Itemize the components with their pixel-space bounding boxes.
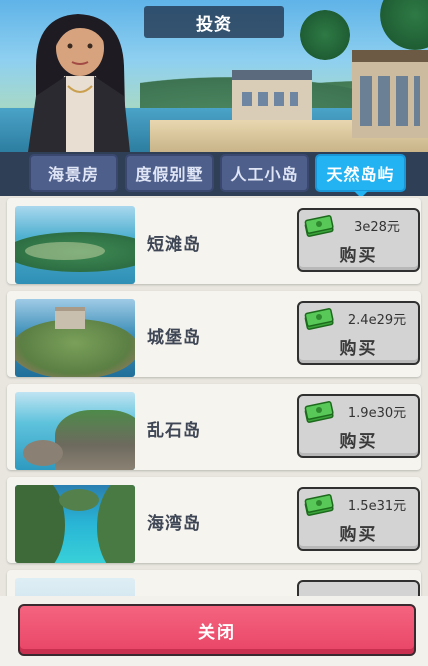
list-item: 乱石岛 1.9e30元 购买 <box>7 384 421 470</box>
buy-button[interactable]: 2.4e29元 购买 <box>297 301 420 365</box>
footer: 关闭 <box>0 596 428 666</box>
tab-resort-villa[interactable]: 度假别墅 <box>125 154 214 192</box>
cash-icon <box>304 215 334 237</box>
header-banner: 投资 <box>0 0 428 152</box>
price-label: 1.9e30元 <box>347 406 407 421</box>
price-label: 1.5e31元 <box>347 499 407 514</box>
tab-natural-island[interactable]: 天然岛屿 <box>315 154 406 198</box>
buy-label: 购买 <box>339 525 378 545</box>
tab-artificial-island[interactable]: 人工小岛 <box>220 154 309 192</box>
page-title: 投资 <box>196 14 232 35</box>
price-label: 3e28元 <box>354 220 400 235</box>
item-name: 短滩岛 <box>147 235 201 255</box>
list-item: 海湾岛 1.5e31元 购买 <box>7 477 421 563</box>
list-item: 城堡岛 2.4e29元 购买 <box>7 291 421 377</box>
page-title-bar: 投资 <box>144 6 284 38</box>
tab-sea-view-house[interactable]: 海景房 <box>29 154 118 192</box>
buy-label: 购买 <box>339 339 378 359</box>
close-button[interactable]: 关闭 <box>18 604 416 656</box>
buy-button[interactable]: 1.5e31元 购买 <box>297 487 420 551</box>
castle-island-thumbnail <box>15 299 135 377</box>
buy-button[interactable]: 3e28元 购买 <box>297 208 420 272</box>
list-item: 短滩岛 3e28元 购买 <box>7 198 421 284</box>
item-name: 乱石岛 <box>147 421 201 441</box>
character-portrait <box>28 14 130 152</box>
cash-icon <box>304 308 334 330</box>
item-name: 海湾岛 <box>147 514 201 534</box>
background-villa <box>232 70 312 120</box>
list-item-partial <box>7 570 421 596</box>
rocky-island-thumbnail <box>15 392 135 470</box>
palm-tree-icon <box>380 0 428 50</box>
cash-icon <box>304 494 334 516</box>
background-house <box>352 50 428 138</box>
bay-island-thumbnail <box>15 485 135 563</box>
buy-label: 购买 <box>339 246 378 266</box>
palm-tree-icon <box>300 10 350 60</box>
buy-button[interactable] <box>297 580 420 596</box>
flat-island-thumbnail <box>15 206 135 284</box>
partial-island-thumbnail <box>15 578 135 596</box>
buy-label: 购买 <box>339 432 378 452</box>
island-list[interactable]: 短滩岛 3e28元 购买 城堡岛 2.4e29元 购买 乱石岛 1.9e30元 … <box>0 196 428 596</box>
category-tabs: 海景房 度假别墅 人工小岛 天然岛屿 <box>0 152 428 198</box>
cash-icon <box>304 401 334 423</box>
buy-button[interactable]: 1.9e30元 购买 <box>297 394 420 458</box>
price-label: 2.4e29元 <box>347 313 407 328</box>
item-name: 城堡岛 <box>147 328 201 348</box>
